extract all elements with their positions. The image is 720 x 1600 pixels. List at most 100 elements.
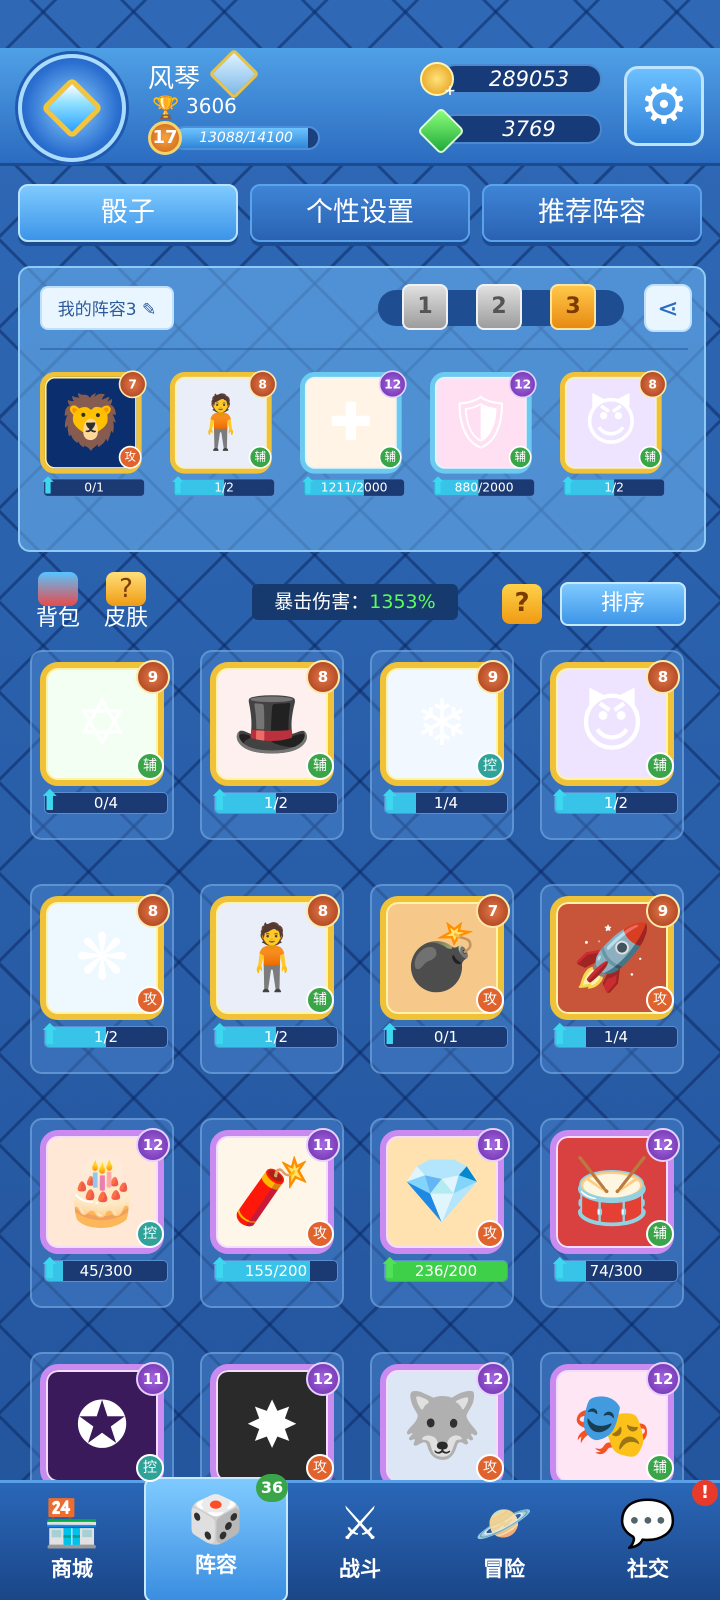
nav-label: 冒险 — [483, 1557, 525, 1581]
upgrade-arrow-icon: ⬆ — [548, 1252, 572, 1285]
collection-slot: 🐺 12 攻 — [370, 1352, 514, 1492]
card-role-badge: 攻 — [476, 986, 504, 1014]
player-level: 17 — [148, 121, 182, 155]
upgrade-arrow-icon: ⬆ — [558, 472, 578, 500]
tab-dice[interactable]: 骰子 — [18, 184, 238, 242]
share-icon: ⋖ — [657, 294, 679, 324]
card-role-badge: 辅 — [638, 445, 662, 469]
card-level-badge: 12 — [476, 1362, 510, 1396]
collection-slot: 💎 11 攻 236/200 ⬆ — [370, 1118, 514, 1308]
card-role-badge: 辅 — [646, 1220, 674, 1248]
diamond-emblem-icon — [40, 76, 104, 140]
player-name: 风琴 — [148, 64, 201, 94]
upgrade-arrow-icon: ⬆ — [378, 784, 402, 817]
panel-divider — [40, 348, 688, 350]
upgrade-arrow-icon: ⬆ — [38, 1252, 62, 1285]
card-role-badge: 攻 — [118, 445, 142, 469]
card-role-badge: 辅 — [378, 445, 402, 469]
deck-count-badge: 36 — [256, 1474, 288, 1502]
card-level-badge: 11 — [306, 1128, 340, 1162]
planet-icon: 🪐 — [475, 1496, 533, 1550]
deck-slot-3[interactable]: 3 — [550, 284, 596, 330]
card-level-badge: 8 — [638, 370, 667, 399]
deck-slot-selector: 1 2 3 — [378, 284, 624, 330]
card-role-badge: 辅 — [136, 752, 164, 780]
collection-slot: ✪ 11 控 — [30, 1352, 174, 1492]
upgrade-arrow-icon: ⬆ — [38, 784, 62, 817]
collection-slot: 🧨 11 攻 155/200 ⬆ — [200, 1118, 344, 1308]
card-level-badge: 8 — [306, 660, 340, 694]
deck-slot-2[interactable]: 2 — [476, 284, 522, 330]
rank-badge-icon[interactable] — [208, 48, 260, 100]
card-role-badge: 辅 — [306, 752, 334, 780]
card-role-badge: 攻 — [306, 1220, 334, 1248]
collection-slot: ❋ 8 攻 1/2 ⬆ — [30, 884, 174, 1074]
upgrade-arrow-icon: ⬆ — [548, 1018, 572, 1051]
card-role-badge: 攻 — [646, 986, 674, 1014]
deck-name-button[interactable]: 我的阵容3 ✎ — [40, 286, 174, 330]
xp-text: 13088/14100 — [199, 130, 293, 146]
card-level-badge: 8 — [248, 370, 277, 399]
skin-label: 皮肤 — [103, 606, 148, 631]
tab-recommended[interactable]: 推荐阵容 — [482, 184, 702, 242]
card-level-badge: 12 — [508, 370, 537, 399]
collection-slot: 💣 7 攻 0/1 ⬆ — [370, 884, 514, 1074]
card-role-badge: 控 — [136, 1220, 164, 1248]
collection-slot: 🎩 8 辅 1/2 ⬆ — [200, 650, 344, 840]
player-avatar[interactable] — [18, 54, 126, 162]
nav-label: 战斗 — [339, 1557, 381, 1581]
upgrade-arrow-icon: ⬆ — [38, 1018, 62, 1051]
shop-icon: 🏪 — [43, 1496, 101, 1550]
upgrade-arrow-icon: ⬆ — [298, 472, 318, 500]
card-role-badge: 攻 — [306, 1454, 334, 1482]
gold-amount: 289053 — [440, 64, 602, 94]
sort-button[interactable]: 排序 — [560, 582, 686, 626]
card-level-badge: 12 — [646, 1362, 680, 1396]
card-level-badge: 9 — [136, 660, 170, 694]
nav-shop[interactable]: 🏪 商城 — [0, 1483, 144, 1600]
card-role-badge: 攻 — [476, 1220, 504, 1248]
upgrade-arrow-icon: ⬆ — [428, 472, 448, 500]
card-role-badge: 攻 — [476, 1454, 504, 1482]
player-header: 风琴 🏆 3606 17 13088/14100 + 289053 3769 ⚙ — [0, 48, 720, 166]
card-role-badge: 辅 — [306, 986, 334, 1014]
help-question-button[interactable]: ? — [502, 584, 542, 624]
nav-label: 商城 — [51, 1557, 93, 1581]
card-role-badge: 辅 — [646, 1454, 674, 1482]
deck-panel: 我的阵容3 ✎ 1 2 3 ⋖ 🦁 7 攻 0/1 ⬆ 🧍 8 辅 1/2 ⬆ ✚ 12 辅 1211/2… — [18, 266, 706, 552]
card-level-badge: 8 — [136, 894, 170, 928]
bottom-nav: 🏪 商城 🎲 阵容 ⚔ 战斗 🪐 冒险 💬 社交 — [0, 1477, 720, 1600]
gold-coin-icon[interactable]: + — [420, 62, 456, 98]
settings-gear-button[interactable]: ⚙ — [624, 66, 704, 146]
nav-label: 阵容 — [195, 1553, 237, 1577]
tab-customize[interactable]: 个性设置 — [250, 184, 470, 242]
collection-slot: ✸ 12 攻 — [200, 1352, 344, 1492]
card-level-badge: 8 — [306, 894, 340, 928]
backpack-icon — [38, 572, 78, 606]
upgrade-arrow-icon: ⬆ — [548, 784, 572, 817]
nav-planet[interactable]: 🪐 冒险 — [432, 1483, 576, 1600]
question-box-icon: ? — [106, 572, 146, 606]
collection-slot: 🥁 12 辅 74/300 ⬆ — [540, 1118, 684, 1308]
upgrade-arrow-icon: ⬆ — [208, 1018, 232, 1051]
card-role-badge: 辅 — [248, 445, 272, 469]
upgrade-arrow-icon: ⬆ — [208, 784, 232, 817]
nav-swords[interactable]: ⚔ 战斗 — [288, 1483, 432, 1600]
collection-slot: 😈 8 辅 1/2 ⬆ — [540, 650, 684, 840]
card-role-badge: 辅 — [646, 752, 674, 780]
card-role-badge: 攻 — [136, 986, 164, 1014]
collection-slot: 🚀 9 攻 1/4 ⬆ — [540, 884, 684, 1074]
social-alert-badge: ! — [692, 1480, 718, 1506]
crit-value: 1353% — [369, 591, 436, 613]
deck-slot-1[interactable]: 1 — [402, 284, 448, 330]
main-tabs: 骰子 个性设置 推荐阵容 — [18, 184, 706, 242]
collection-slot: ✡ 9 辅 0/4 ⬆ — [30, 650, 174, 840]
skin-button[interactable]: ? 皮肤 — [98, 572, 154, 638]
deck-name-label: 我的阵容3 — [57, 300, 137, 320]
collection-slot: 🎭 12 辅 — [540, 1352, 684, 1492]
bag-label: 背包 — [35, 606, 80, 631]
bag-button[interactable]: 背包 — [30, 572, 86, 638]
trophy-count: 3606 — [186, 94, 237, 118]
card-level-badge: 11 — [136, 1362, 170, 1396]
share-button[interactable]: ⋖ — [644, 284, 692, 332]
